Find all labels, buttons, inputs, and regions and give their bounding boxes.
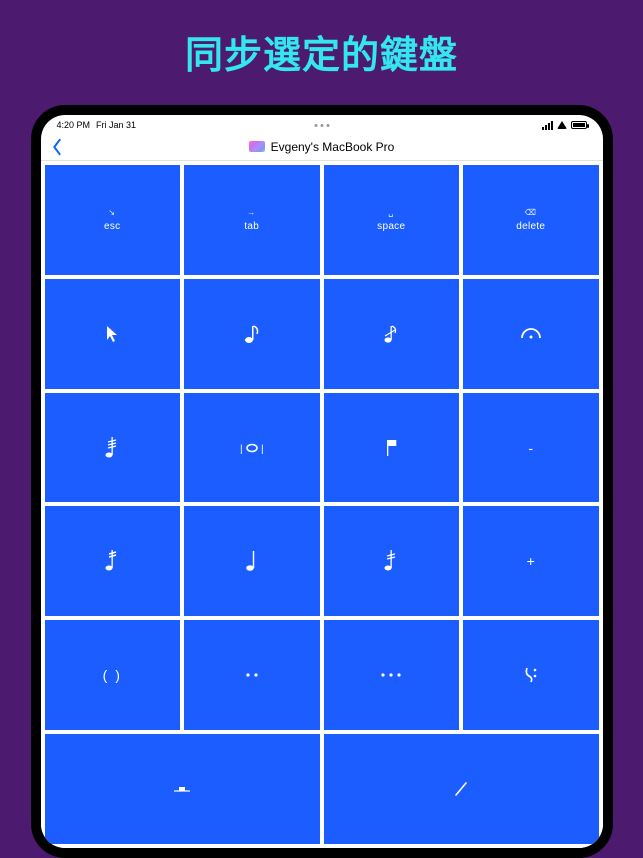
key-row-3: || -	[45, 393, 599, 503]
tremolo3-key[interactable]	[45, 393, 181, 503]
rest-icon	[172, 784, 192, 794]
key-grid: ↘ esc → tab ␣ space ⌫ delete	[41, 161, 603, 848]
device-wallpaper-icon	[249, 141, 265, 152]
sixteenth-note-key[interactable]	[45, 506, 181, 616]
two-dots-key[interactable]	[184, 620, 320, 730]
tab-label: tab	[244, 221, 259, 232]
space-label: space	[377, 221, 405, 232]
cellular-icon	[542, 121, 553, 130]
cursor-icon	[105, 325, 119, 343]
grace-note-key[interactable]	[324, 279, 460, 389]
delete-label: delete	[516, 221, 545, 232]
key-row-4: +	[45, 506, 599, 616]
two-dots-icon	[244, 672, 260, 678]
tab-symbol: →	[247, 207, 256, 217]
clef-key[interactable]	[463, 620, 599, 730]
space-symbol: ␣	[388, 207, 394, 217]
device-frame: 4:20 PM Fri Jan 31 Evgeny's MacBook Pro	[31, 105, 613, 858]
slash-key[interactable]	[324, 734, 599, 844]
esc-symbol: ↘	[108, 207, 116, 217]
key-row-6	[45, 734, 599, 844]
fermata-key[interactable]	[463, 279, 599, 389]
whole-note-bracket-key[interactable]: ||	[184, 393, 320, 503]
parentheses-key[interactable]: ( )	[45, 620, 181, 730]
status-date: Fri Jan 31	[96, 120, 136, 130]
three-dots-key[interactable]	[324, 620, 460, 730]
device-screen: 4:20 PM Fri Jan 31 Evgeny's MacBook Pro	[41, 115, 603, 848]
multitask-dots	[314, 124, 329, 127]
minus-icon: -	[528, 440, 533, 456]
plus-key[interactable]: +	[463, 506, 599, 616]
tremolo2-icon	[384, 550, 398, 572]
wifi-icon	[557, 121, 567, 129]
delete-key[interactable]: ⌫ delete	[463, 165, 599, 275]
key-row-1: ↘ esc → tab ␣ space ⌫ delete	[45, 165, 599, 275]
eighth-note-icon	[244, 324, 260, 344]
quarter-note-icon	[246, 550, 258, 572]
eighth-note-key[interactable]	[184, 279, 320, 389]
fermata-icon	[520, 327, 542, 341]
status-time: 4:20 PM	[57, 120, 91, 130]
flag-note-key[interactable]	[324, 393, 460, 503]
grace-note-icon	[383, 324, 399, 344]
tremolo2-key[interactable]	[324, 506, 460, 616]
back-button[interactable]	[51, 137, 63, 157]
esc-key[interactable]: ↘ esc	[45, 165, 181, 275]
delete-symbol: ⌫	[525, 207, 537, 217]
esc-label: esc	[104, 221, 120, 232]
slash-icon	[452, 780, 470, 798]
tab-key[interactable]: → tab	[184, 165, 320, 275]
tremolo3-icon	[105, 437, 119, 459]
key-row-5: ( )	[45, 620, 599, 730]
rest-key[interactable]	[45, 734, 320, 844]
status-bar: 4:20 PM Fri Jan 31	[41, 115, 603, 133]
svg-text:|: |	[261, 444, 264, 455]
quarter-note-key[interactable]	[184, 506, 320, 616]
page-title: 同步選定的鍵盤	[185, 24, 458, 79]
plus-icon: +	[527, 553, 535, 569]
three-dots-icon	[380, 672, 402, 678]
svg-text:|: |	[240, 444, 243, 455]
nav-bar: Evgeny's MacBook Pro	[41, 133, 603, 161]
minus-key[interactable]: -	[463, 393, 599, 503]
whole-note-bracket-icon: ||	[240, 442, 264, 454]
flag-note-icon	[384, 438, 398, 458]
nav-title: Evgeny's MacBook Pro	[271, 140, 395, 154]
cursor-key[interactable]	[45, 279, 181, 389]
battery-icon	[571, 121, 587, 129]
sixteenth-note-icon	[105, 550, 119, 572]
space-key[interactable]: ␣ space	[324, 165, 460, 275]
key-row-2	[45, 279, 599, 389]
clef-icon	[521, 664, 541, 686]
parentheses-icon: ( )	[103, 667, 122, 683]
